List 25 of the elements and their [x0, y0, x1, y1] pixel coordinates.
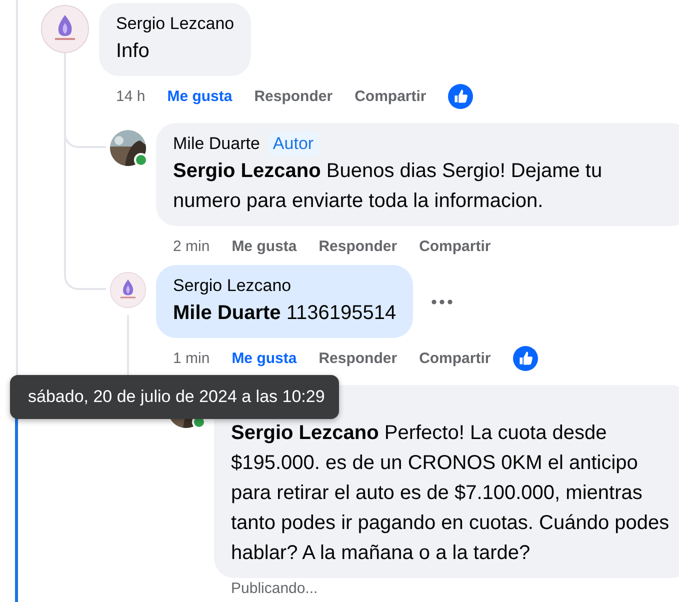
share-button[interactable]: Compartir — [419, 238, 491, 254]
author-name[interactable]: Sergio Lezcano — [116, 12, 234, 36]
like-reaction-icon[interactable] — [512, 346, 538, 370]
timestamp[interactable]: 14 h — [116, 88, 146, 104]
like-button[interactable]: Me gusta — [232, 238, 297, 254]
like-button[interactable]: Me gusta — [167, 88, 232, 104]
author-badge: Autor — [268, 132, 319, 156]
comment-text: Sergio Lezcano Perfecto! La cuota desde $195.000. es de un CRONOS 0KM el anticipo para retirar el auto es de $7.100.000, mientras tanto podes ir pagando en cuotas. Cuándo podes hablar? A la mañana o a la tarde? — [231, 421, 670, 566]
comment-text: Info — [116, 39, 150, 64]
date-tooltip: sábado, 20 de julio de 2024 a las 10:29 — [10, 375, 339, 419]
author-name[interactable]: Mile Duarte — [173, 132, 260, 156]
reply-button[interactable]: Responder — [254, 88, 333, 104]
reply-button[interactable]: Responder — [318, 238, 398, 254]
share-button[interactable]: Compartir — [419, 350, 491, 366]
like-reaction-icon[interactable] — [448, 84, 474, 108]
share-button[interactable]: Compartir — [354, 88, 426, 104]
comment-text: Mile Duarte 1136195514 — [173, 301, 396, 326]
comment-text: Sergio Lezcano Buenos dias Sergio! Dejame tu numero para enviarte toda la informacion. — [173, 159, 604, 214]
posting-status: Publicando... — [230, 580, 319, 597]
timestamp[interactable]: 1 min — [173, 350, 210, 366]
timestamp[interactable]: 2 min — [173, 238, 210, 254]
author-name[interactable]: Sergio Lezcano — [173, 274, 292, 298]
like-button[interactable]: Me gusta — [232, 350, 297, 366]
avatar[interactable] — [110, 130, 146, 166]
reply-button[interactable]: Responder — [318, 350, 398, 366]
